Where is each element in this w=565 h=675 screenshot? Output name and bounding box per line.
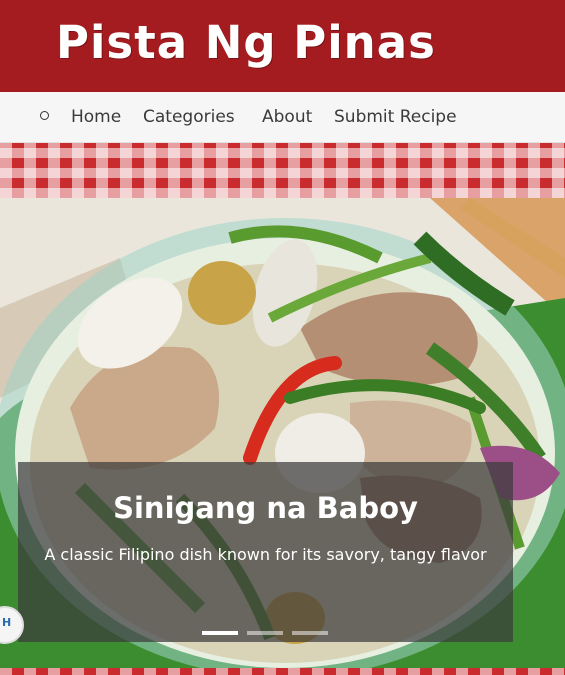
- site-header: Pista Ng Pinas: [0, 0, 565, 92]
- carousel-caption-title[interactable]: Sinigang na Baboy: [0, 488, 531, 528]
- nav-item-home[interactable]: Home: [71, 106, 121, 128]
- carousel-indicator-1[interactable]: [202, 631, 238, 635]
- carousel-indicator-3[interactable]: [292, 631, 328, 635]
- carousel-indicator-2[interactable]: [247, 631, 283, 635]
- gingham-banner: [0, 143, 565, 198]
- nav-item-submit-recipe[interactable]: Submit Recipe: [334, 106, 457, 128]
- nav-bullet-icon: [40, 111, 49, 120]
- main-nav: Home Categories About Submit Recipe: [0, 92, 565, 143]
- nav-item-about[interactable]: About: [262, 106, 312, 128]
- logo-badge-text: H: [2, 616, 12, 629]
- gingham-footer-strip: [0, 668, 565, 675]
- nav-item-categories[interactable]: Categories: [143, 106, 235, 128]
- carousel-caption-text: A classic Filipino dish known for its sa…: [44, 545, 487, 564]
- site-title[interactable]: Pista Ng Pinas: [56, 8, 436, 78]
